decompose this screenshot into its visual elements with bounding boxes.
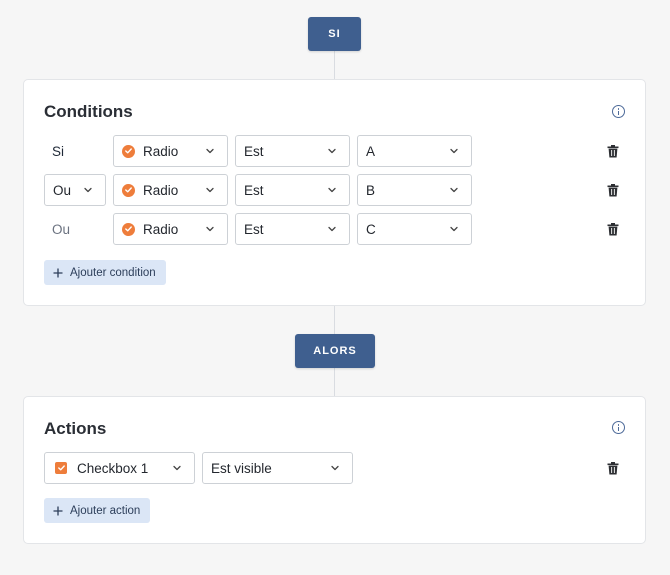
chevron-down-icon	[328, 187, 336, 193]
condition-operator-select[interactable]: Est	[235, 174, 350, 206]
actions-card: Actions Checkbox 1 Est visible Ajouter a…	[23, 396, 646, 544]
action-target-value: Checkbox 1	[77, 460, 149, 476]
trash-icon[interactable]	[607, 462, 619, 475]
trash-icon[interactable]	[607, 184, 619, 197]
condition-value-value: C	[366, 221, 376, 237]
chevron-down-icon	[331, 465, 339, 471]
chevron-down-icon	[173, 465, 181, 471]
condition-value-select[interactable]: C	[357, 213, 472, 245]
checkbox-check-icon	[55, 462, 67, 474]
condition-value-select[interactable]: B	[357, 174, 472, 206]
conditions-title: Conditions	[44, 102, 133, 121]
plus-icon	[53, 268, 63, 277]
condition-operator-value: Est	[244, 182, 264, 198]
add-action-label: Ajouter action	[70, 504, 141, 517]
info-icon[interactable]	[612, 105, 625, 118]
chevron-down-icon	[206, 148, 214, 154]
condition-value-value: B	[366, 182, 376, 198]
condition-operator-value: Est	[244, 221, 264, 237]
add-condition-button[interactable]: Ajouter condition	[44, 260, 166, 285]
add-condition-label: Ajouter condition	[70, 266, 156, 279]
action-target-select[interactable]: Checkbox 1	[44, 452, 195, 484]
trash-icon[interactable]	[607, 223, 619, 236]
chevron-down-icon	[206, 187, 214, 193]
condition-connector-select[interactable]: Ou	[44, 174, 106, 206]
chevron-down-icon	[328, 226, 336, 232]
plus-icon	[53, 506, 63, 515]
chevron-down-icon	[206, 226, 214, 232]
chevron-down-icon	[450, 148, 458, 154]
condition-connector-label: Ou	[52, 222, 71, 237]
condition-connector-value: Ou	[53, 182, 72, 198]
condition-field-select[interactable]: Radio	[113, 135, 228, 167]
info-icon[interactable]	[612, 421, 625, 434]
chevron-down-icon	[450, 187, 458, 193]
condition-value-select[interactable]: A	[357, 135, 472, 167]
condition-operator-select[interactable]: Est	[235, 135, 350, 167]
condition-field-value: Radio	[143, 182, 179, 198]
action-type-value: Est visible	[211, 460, 272, 476]
flow-connector-top	[334, 50, 335, 80]
condition-field-value: Radio	[143, 143, 179, 159]
condition-value-value: A	[366, 143, 376, 159]
action-type-select[interactable]: Est visible	[202, 452, 353, 484]
condition-field-select[interactable]: Radio	[113, 213, 228, 245]
condition-connector-label: Si	[52, 144, 65, 159]
if-block-label: SI	[308, 17, 361, 51]
add-action-button[interactable]: Ajouter action	[44, 498, 151, 523]
chevron-down-icon	[328, 148, 336, 154]
chevron-down-icon	[450, 226, 458, 232]
radio-check-icon	[122, 144, 135, 158]
condition-operator-value: Est	[244, 143, 264, 159]
condition-field-value: Radio	[143, 221, 179, 237]
radio-check-icon	[122, 183, 135, 197]
then-block-label: ALORS	[295, 334, 375, 368]
condition-field-select[interactable]: Radio	[113, 174, 228, 206]
chevron-down-icon	[84, 187, 92, 193]
trash-icon[interactable]	[607, 145, 619, 158]
actions-title: Actions	[44, 419, 107, 438]
conditions-card: Conditions Si Radio Est A Ou Radio Est B…	[23, 79, 646, 306]
radio-check-icon	[122, 222, 135, 236]
condition-operator-select[interactable]: Est	[235, 213, 350, 245]
